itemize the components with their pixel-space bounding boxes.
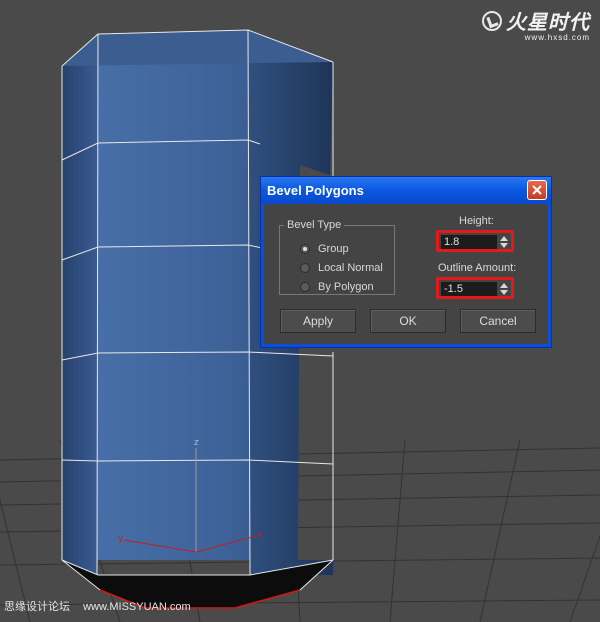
dialog-title: Bevel Polygons — [267, 183, 364, 198]
watermark-site: 思缘设计论坛 — [4, 601, 70, 613]
flame-logo-icon — [482, 10, 502, 31]
height-spinner-arrows[interactable] — [499, 235, 509, 249]
dialog-body: Bevel Type Group Local Normal By Polygon… — [264, 204, 548, 344]
watermark-logo: 火星时代 www.hxsd.com — [482, 6, 590, 42]
outline-amount-input[interactable]: -1.5 — [441, 282, 497, 296]
outline-amount-spinner[interactable]: -1.5 — [436, 277, 514, 299]
watermark-site-url: www.MISSYUAN.com — [83, 601, 191, 613]
radio-button-icon[interactable] — [300, 244, 310, 254]
axis-z-label: z — [194, 438, 199, 448]
cancel-button[interactable]: Cancel — [460, 309, 536, 333]
axis-y-label: y — [118, 534, 124, 544]
radio-button-icon[interactable] — [300, 263, 310, 273]
watermark-brand: 火星时代 — [506, 12, 590, 34]
height-spinner[interactable]: 1.8 — [436, 230, 514, 252]
radio-local-normal-label: Local Normal — [318, 262, 383, 274]
height-label: Height: — [459, 215, 494, 227]
bevel-polygons-dialog: Bevel Polygons Bevel Type Group Local No… — [260, 176, 552, 348]
radio-group-label: Group — [318, 243, 349, 255]
outline-amount-label: Outline Amount: — [438, 262, 517, 274]
spin-up-icon[interactable] — [500, 236, 508, 241]
height-input[interactable]: 1.8 — [441, 235, 497, 249]
spin-up-icon[interactable] — [500, 283, 508, 288]
spin-down-icon[interactable] — [500, 290, 508, 295]
spin-down-icon[interactable] — [500, 243, 508, 248]
watermark-url: www.hxsd.com — [524, 33, 590, 42]
radio-group[interactable]: Group — [300, 243, 349, 255]
watermark-footer: 思缘设计论坛 www.MISSYUAN.com — [4, 598, 201, 614]
outline-spinner-arrows[interactable] — [499, 282, 509, 296]
radio-by-polygon[interactable]: By Polygon — [300, 281, 374, 293]
axis-x-label: x — [257, 530, 263, 540]
radio-local-normal[interactable]: Local Normal — [300, 262, 383, 274]
apply-button[interactable]: Apply — [280, 309, 356, 333]
radio-button-icon[interactable] — [300, 282, 310, 292]
radio-by-polygon-label: By Polygon — [318, 281, 374, 293]
ok-button[interactable]: OK — [370, 309, 446, 333]
dialog-titlebar[interactable]: Bevel Polygons — [261, 177, 551, 204]
close-button[interactable] — [527, 180, 547, 200]
bevel-type-label: Bevel Type — [284, 219, 345, 231]
close-icon — [532, 185, 542, 195]
